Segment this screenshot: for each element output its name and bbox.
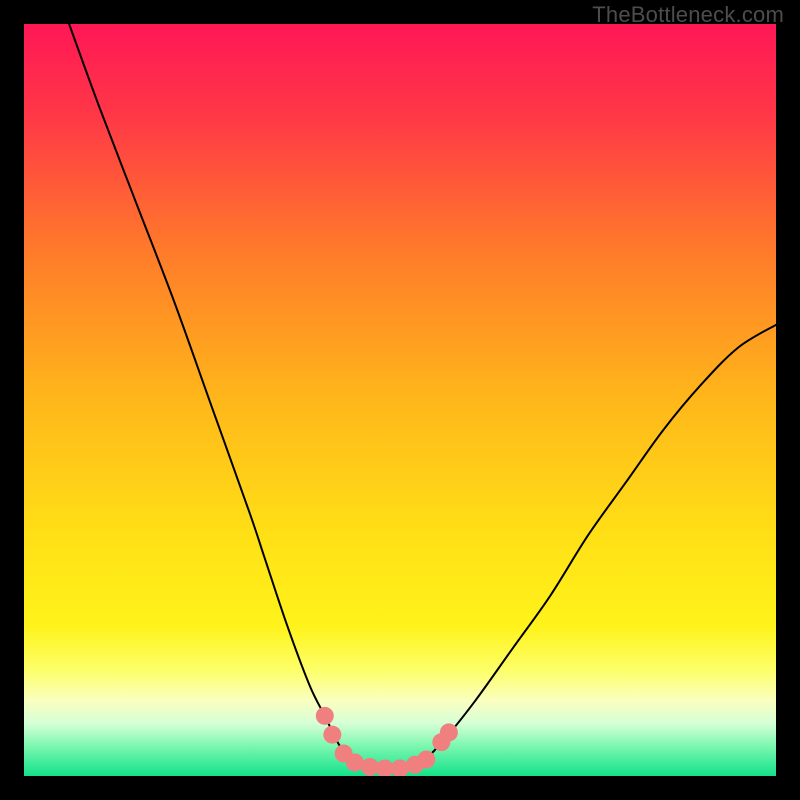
highlight-marker: [440, 723, 458, 741]
gradient-background: [24, 24, 776, 776]
highlight-marker: [316, 707, 334, 725]
highlight-marker: [417, 750, 435, 768]
bottleneck-chart: [24, 24, 776, 776]
highlight-marker: [323, 726, 341, 744]
plot-area: [24, 24, 776, 776]
outer-frame: TheBottleneck.com: [0, 0, 800, 800]
